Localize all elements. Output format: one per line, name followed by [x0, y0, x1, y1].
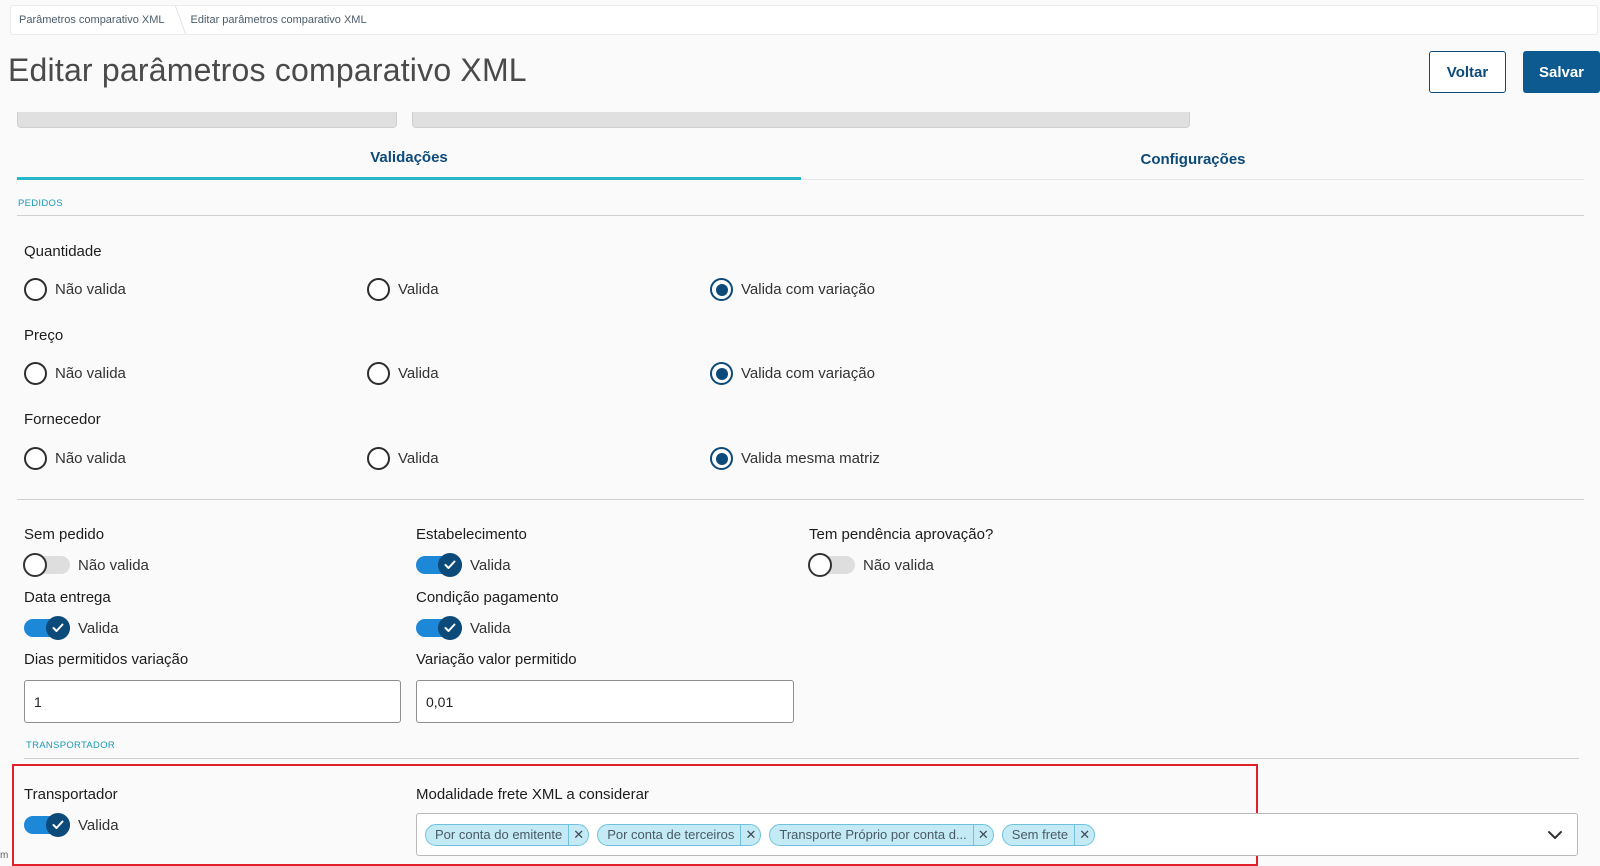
fornecedor-label: Fornecedor — [24, 411, 101, 428]
switch-track — [23, 553, 70, 577]
quantidade-radio-group: Não valida Valida Valida com variação — [24, 278, 924, 302]
switch-state-label: Valida — [470, 619, 511, 637]
modalidade-frete-multiselect[interactable]: Por conta do emitente ✕ Por conta de ter… — [416, 813, 1578, 856]
preco-radio-group: Não valida Valida Valida com variação — [24, 362, 924, 386]
sem-pedido-switch[interactable]: Não valida — [23, 553, 149, 577]
preco-radio-valida-com-variacao[interactable]: Valida com variação — [710, 362, 875, 385]
radio-label: Valida — [398, 450, 439, 467]
chip-sem-frete: Sem frete ✕ — [1001, 823, 1096, 846]
radio-circle — [367, 278, 390, 301]
radio-label: Valida com variação — [741, 281, 875, 298]
switch-state-label: Não valida — [863, 556, 934, 574]
switch-state-label: Valida — [78, 619, 119, 637]
switch-track — [24, 813, 70, 837]
estabelecimento-switch[interactable]: Valida — [416, 553, 511, 577]
radio-circle — [367, 362, 390, 385]
radio-label: Não valida — [55, 450, 126, 467]
chip-por-conta-terceiros: Por conta de terceiros ✕ — [597, 823, 762, 846]
condicao-pagamento-switch[interactable]: Valida — [416, 616, 511, 640]
scrolled-field-2[interactable] — [412, 112, 1190, 128]
radio-label: Valida mesma matriz — [741, 450, 880, 467]
switch-track — [416, 553, 462, 577]
chevron-down-icon[interactable] — [1547, 827, 1563, 845]
radio-label: Não valida — [55, 281, 126, 298]
sem-pedido-label: Sem pedido — [24, 526, 105, 543]
switch-knob — [23, 553, 47, 577]
condicao-pagamento-label: Condição pagamento — [416, 589, 559, 606]
radio-label: Valida com variação — [741, 365, 875, 382]
divider — [17, 215, 1584, 216]
tab-configuracoes[interactable]: Configurações — [801, 138, 1585, 180]
transportador-switch[interactable]: Valida — [24, 813, 119, 837]
check-icon — [46, 813, 70, 837]
pendencia-switch[interactable]: Não valida — [808, 553, 934, 577]
scrolled-field-1[interactable] — [17, 112, 397, 128]
radio-circle-selected — [710, 362, 733, 385]
divider — [17, 499, 1584, 500]
chip-label: Por conta de terceiros — [607, 827, 735, 842]
radio-label: Valida — [398, 281, 439, 298]
radio-circle — [24, 362, 47, 385]
divider — [24, 758, 1579, 759]
switch-state-label: Valida — [78, 816, 119, 834]
chip-por-conta-emitente: Por conta do emitente ✕ — [425, 823, 590, 846]
close-icon[interactable]: ✕ — [740, 824, 760, 845]
check-icon — [438, 553, 462, 577]
back-button[interactable]: Voltar — [1429, 51, 1506, 93]
switch-track — [416, 616, 462, 640]
transportador-label: Transportador — [24, 786, 118, 803]
switch-track — [808, 553, 855, 577]
corner-text: m — [0, 850, 9, 861]
section-transportador: TRANSPORTADOR — [26, 740, 116, 751]
quantidade-radio-valida[interactable]: Valida — [367, 278, 439, 301]
section-pedidos: PEDIDOS — [18, 198, 63, 209]
radio-circle-selected — [710, 447, 733, 470]
variacao-valor-label: Variação valor permitido — [416, 651, 577, 668]
switch-track — [24, 616, 70, 640]
page-title: Editar parâmetros comparativo XML — [8, 52, 527, 88]
estabelecimento-label: Estabelecimento — [416, 526, 527, 543]
radio-circle-selected — [710, 278, 733, 301]
quantidade-radio-valida-com-variacao[interactable]: Valida com variação — [710, 278, 875, 301]
quantidade-radio-nao-valida[interactable]: Não valida — [24, 278, 126, 301]
radio-circle — [24, 447, 47, 470]
radio-label: Não valida — [55, 365, 126, 382]
pendencia-label: Tem pendência aprovação? — [809, 526, 994, 543]
fornecedor-radio-group: Não valida Valida Valida mesma matriz — [24, 447, 924, 471]
close-icon[interactable]: ✕ — [972, 824, 993, 845]
preco-radio-nao-valida[interactable]: Não valida — [24, 362, 126, 385]
tab-validacoes[interactable]: Validações — [17, 138, 801, 180]
modalidade-frete-label: Modalidade frete XML a considerar — [416, 786, 649, 803]
chip-label: Sem frete — [1011, 827, 1069, 842]
breadcrumb-item-parametros[interactable]: Parâmetros comparativo XML — [11, 6, 175, 34]
breadcrumb: Parâmetros comparativo XML Editar parâme… — [10, 5, 1598, 35]
chip-label: Por conta do emitente — [435, 827, 563, 842]
tab-bar: Validações Configurações — [17, 138, 1584, 180]
dias-variacao-label: Dias permitidos variação — [24, 651, 189, 668]
breadcrumb-item-editar: Editar parâmetros comparativo XML — [190, 14, 367, 26]
switch-knob — [808, 553, 832, 577]
close-icon[interactable]: ✕ — [568, 824, 588, 845]
check-icon — [46, 616, 70, 640]
quantidade-label: Quantidade — [24, 243, 102, 260]
radio-circle — [367, 447, 390, 470]
fornecedor-radio-valida-mesma-matriz[interactable]: Valida mesma matriz — [710, 447, 880, 470]
preco-label: Preço — [24, 327, 64, 344]
radio-label: Valida — [398, 365, 439, 382]
fornecedor-radio-valida[interactable]: Valida — [367, 447, 439, 470]
switch-state-label: Não valida — [78, 556, 149, 574]
save-button[interactable]: Salvar — [1523, 51, 1600, 93]
chip-transporte-proprio: Transporte Próprio por conta d... ✕ — [769, 823, 994, 846]
preco-radio-valida[interactable]: Valida — [367, 362, 439, 385]
check-icon — [438, 616, 462, 640]
switch-state-label: Valida — [470, 556, 511, 574]
chip-label: Transporte Próprio por conta d... — [779, 827, 967, 842]
fornecedor-radio-nao-valida[interactable]: Não valida — [24, 447, 126, 470]
dias-variacao-input[interactable] — [24, 680, 401, 723]
variacao-valor-input[interactable] — [416, 680, 794, 723]
close-icon[interactable]: ✕ — [1074, 824, 1094, 845]
radio-circle — [24, 278, 47, 301]
data-entrega-switch[interactable]: Valida — [24, 616, 119, 640]
data-entrega-label: Data entrega — [24, 589, 111, 606]
